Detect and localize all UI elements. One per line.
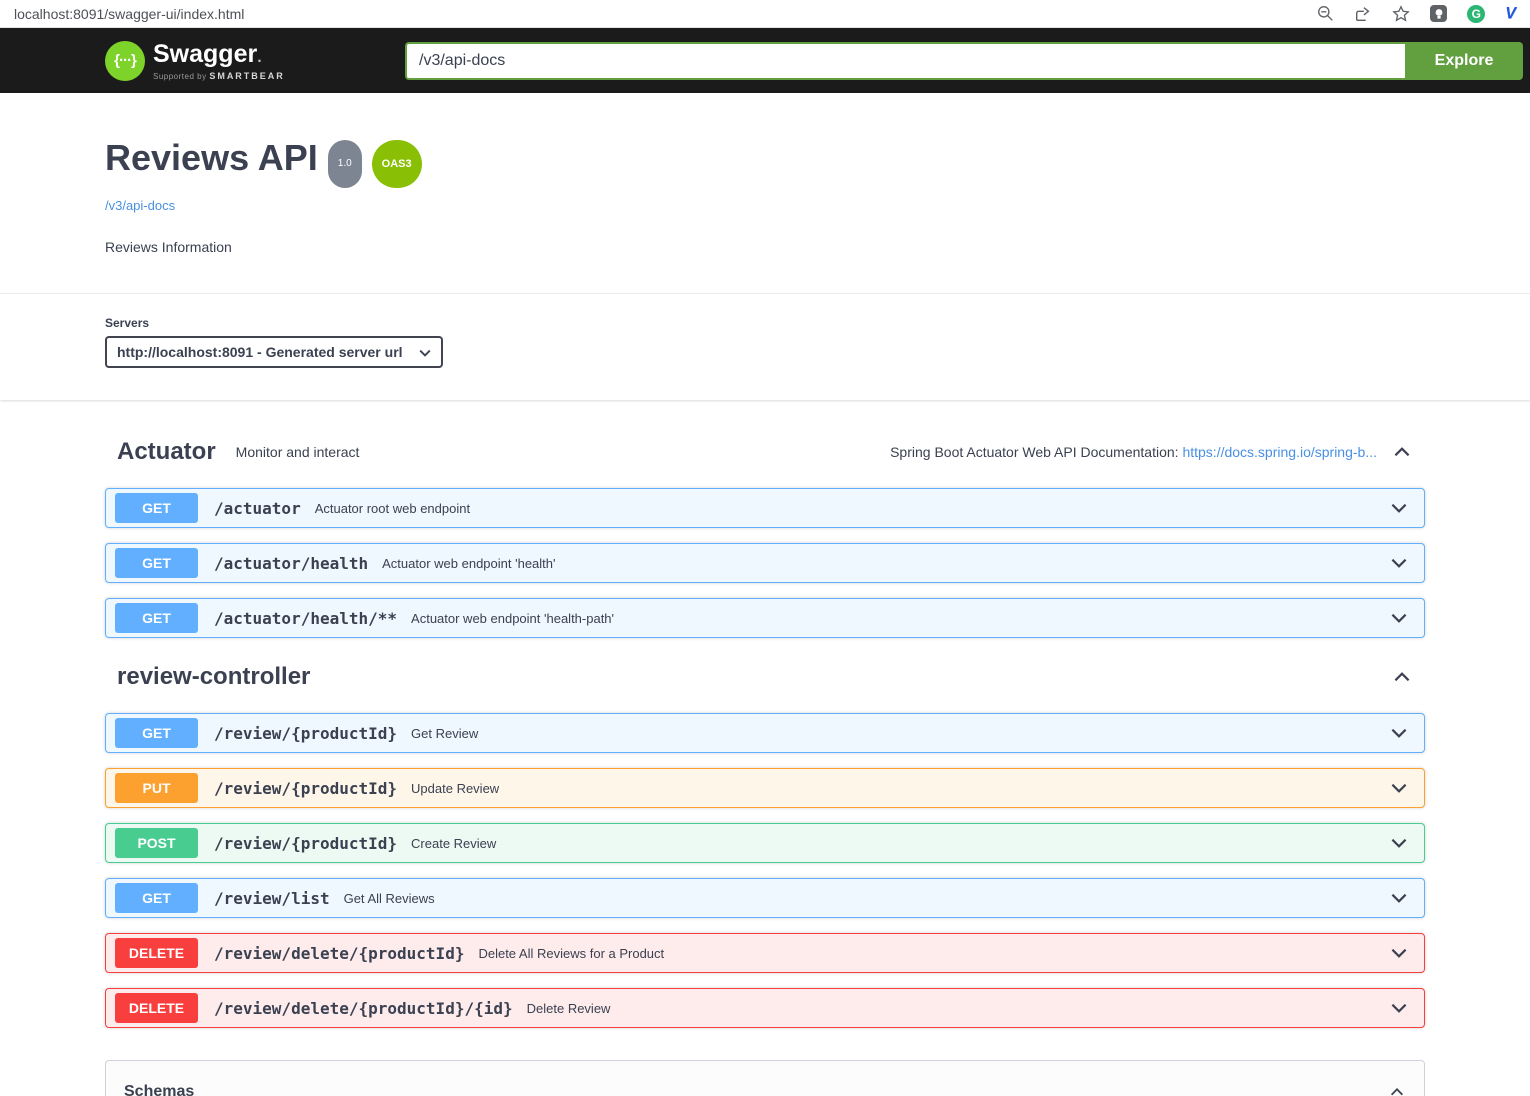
section-header-actuator[interactable]: Actuator Monitor and interact Spring Boo… — [105, 428, 1425, 476]
operation-path: /actuator/health — [214, 554, 368, 573]
expand-operation[interactable] — [1388, 777, 1410, 799]
swagger-logo-icon: {···} — [105, 41, 145, 81]
servers-section: Servers http://localhost:8091 - Generate… — [0, 293, 1530, 400]
operation-summary: Actuator web endpoint 'health-path' — [411, 611, 614, 626]
bookmark-star-icon[interactable] — [1392, 5, 1410, 23]
section-title: review-controller — [117, 663, 310, 691]
operation-summary: Delete Review — [527, 1001, 611, 1016]
keep-extension-icon[interactable] — [1430, 5, 1447, 22]
method-badge: DELETE — [115, 993, 198, 1023]
operation-row-review-controller-0[interactable]: GET /review/{productId} Get Review — [105, 713, 1425, 753]
oas3-badge: OAS3 — [372, 140, 422, 188]
method-badge: GET — [115, 718, 198, 748]
chevron-down-icon[interactable] — [1388, 997, 1410, 1019]
v-extension-icon[interactable]: V — [1505, 5, 1516, 23]
explore-button[interactable]: Explore — [1405, 42, 1523, 80]
expand-operation[interactable] — [1388, 887, 1410, 909]
operation-path: /review/{productId} — [214, 779, 397, 798]
operation-summary: Delete All Reviews for a Product — [478, 946, 664, 961]
operation-path: /actuator/health/** — [214, 609, 397, 628]
servers-select[interactable]: http://localhost:8091 - Generated server… — [105, 336, 443, 368]
chevron-down-icon[interactable] — [1388, 887, 1410, 909]
swagger-logo[interactable]: {···} Swagger. Supported by SMARTBEAR — [105, 41, 285, 81]
operation-summary: Actuator root web endpoint — [315, 501, 470, 516]
browser-toolbar-icons: G V — [1316, 5, 1516, 23]
chevron-up-icon[interactable] — [1388, 1083, 1406, 1096]
chevron-down-icon[interactable] — [1388, 777, 1410, 799]
method-badge: GET — [115, 548, 198, 578]
chevron-down-icon[interactable] — [1388, 552, 1410, 574]
browser-address-bar: localhost:8091/swagger-ui/index.html G V — [0, 0, 1530, 28]
grammarly-extension-icon[interactable]: G — [1467, 5, 1485, 23]
tag-section-review-controller: review-controller GET /review/{productId… — [105, 653, 1425, 1028]
operation-path: /review/delete/{productId} — [214, 944, 464, 963]
operation-path: /actuator — [214, 499, 301, 518]
spec-link[interactable]: /v3/api-docs — [105, 198, 175, 213]
method-badge: DELETE — [115, 938, 198, 968]
operation-row-actuator-0[interactable]: GET /actuator Actuator root web endpoint — [105, 488, 1425, 528]
expand-operation[interactable] — [1388, 552, 1410, 574]
operation-row-review-controller-5[interactable]: DELETE /review/delete/{productId}/{id} D… — [105, 988, 1425, 1028]
schemas-section[interactable]: Schemas — [105, 1060, 1425, 1096]
expand-operation[interactable] — [1388, 832, 1410, 854]
operation-row-actuator-2[interactable]: GET /actuator/health/** Actuator web end… — [105, 598, 1425, 638]
operation-summary: Create Review — [411, 836, 496, 851]
section-title: Actuator — [117, 438, 216, 466]
schemas-title: Schemas — [124, 1083, 194, 1096]
expand-operation[interactable] — [1388, 722, 1410, 744]
expand-operation[interactable] — [1388, 497, 1410, 519]
chevron-up-icon[interactable] — [1391, 441, 1413, 463]
tag-section-actuator: Actuator Monitor and interact Spring Boo… — [105, 428, 1425, 638]
method-badge: GET — [115, 883, 198, 913]
operation-row-review-controller-2[interactable]: POST /review/{productId} Create Review — [105, 823, 1425, 863]
page-title: Reviews API1.0OAS3 — [105, 138, 1425, 188]
method-badge: POST — [115, 828, 198, 858]
operation-summary: Get Review — [411, 726, 478, 741]
operation-path: /review/delete/{productId}/{id} — [214, 999, 513, 1018]
api-description: Reviews Information — [105, 239, 1425, 255]
version-badge: 1.0 — [328, 140, 362, 188]
operation-path: /review/{productId} — [214, 724, 397, 743]
operation-row-actuator-1[interactable]: GET /actuator/health Actuator web endpoi… — [105, 543, 1425, 583]
operation-row-review-controller-4[interactable]: DELETE /review/delete/{productId} Delete… — [105, 933, 1425, 973]
operation-summary: Actuator web endpoint 'health' — [382, 556, 555, 571]
section-subtitle: Monitor and interact — [236, 444, 360, 460]
chevron-down-icon[interactable] — [1388, 607, 1410, 629]
swagger-logo-title: Swagger. — [153, 41, 285, 71]
api-info-section: Reviews API1.0OAS3 /v3/api-docs Reviews … — [0, 93, 1530, 293]
zoom-out-icon[interactable] — [1316, 5, 1334, 23]
swagger-logo-subtitle: Supported by SMARTBEAR — [153, 71, 285, 81]
chevron-down-icon[interactable] — [1388, 722, 1410, 744]
operation-summary: Update Review — [411, 781, 499, 796]
external-docs-text: Spring Boot Actuator Web API Documentati… — [890, 444, 1377, 460]
servers-label: Servers — [105, 316, 1530, 330]
share-icon[interactable] — [1354, 5, 1372, 23]
method-badge: GET — [115, 603, 198, 633]
browser-url[interactable]: localhost:8091/swagger-ui/index.html — [14, 6, 1316, 22]
operation-row-review-controller-3[interactable]: GET /review/list Get All Reviews — [105, 878, 1425, 918]
chevron-down-icon[interactable] — [1388, 832, 1410, 854]
operation-summary: Get All Reviews — [344, 891, 435, 906]
operation-path: /review/{productId} — [214, 834, 397, 853]
method-badge: PUT — [115, 773, 198, 803]
chevron-down-icon[interactable] — [1388, 497, 1410, 519]
external-docs-link[interactable]: https://docs.spring.io/spring-b... — [1182, 444, 1377, 460]
operations-sections: Actuator Monitor and interact Spring Boo… — [0, 400, 1530, 1028]
chevron-up-icon[interactable] — [1391, 666, 1413, 688]
spec-url-input[interactable] — [405, 42, 1405, 80]
operation-row-review-controller-1[interactable]: PUT /review/{productId} Update Review — [105, 768, 1425, 808]
operation-path: /review/list — [214, 889, 330, 908]
swagger-ui-main: Reviews API1.0OAS3 /v3/api-docs Reviews … — [0, 93, 1530, 1096]
swagger-topbar: {···} Swagger. Supported by SMARTBEAR Ex… — [0, 28, 1530, 93]
expand-operation[interactable] — [1388, 997, 1410, 1019]
section-header-review-controller[interactable]: review-controller — [105, 653, 1425, 701]
expand-operation[interactable] — [1388, 607, 1410, 629]
expand-operation[interactable] — [1388, 942, 1410, 964]
method-badge: GET — [115, 493, 198, 523]
spec-url-form: Explore — [405, 42, 1523, 80]
servers-selected-value: http://localhost:8091 - Generated server… — [117, 344, 403, 360]
chevron-down-icon — [417, 345, 433, 361]
chevron-down-icon[interactable] — [1388, 942, 1410, 964]
